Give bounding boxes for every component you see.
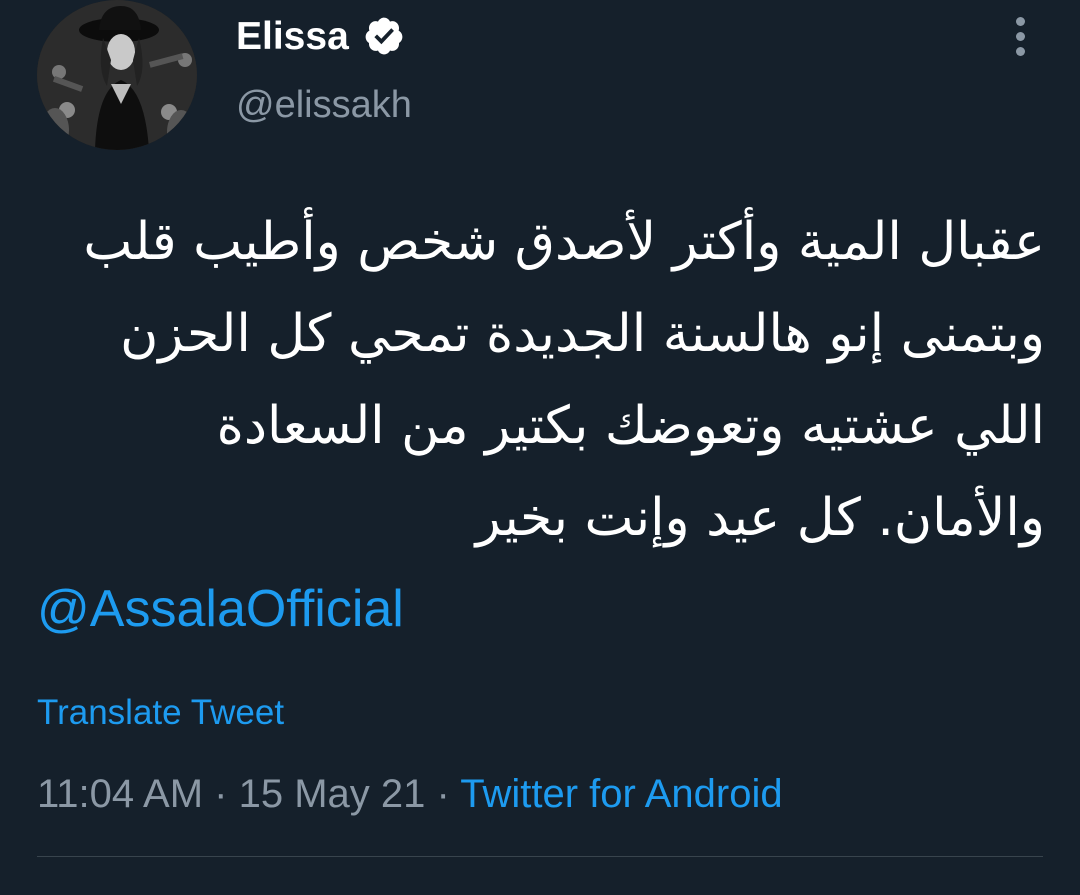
author-name-row[interactable]: Elissa [236,10,405,62]
tweet-source-link[interactable]: Twitter for Android [460,772,782,816]
avatar[interactable] [37,0,197,150]
tweet-time[interactable]: 11:04 AM [37,772,203,816]
tweet-date[interactable]: 15 May 21 [239,772,426,816]
tweet-metadata: 11:04 AM · 15 May 21 · Twitter for Andro… [37,770,783,818]
translate-tweet-link[interactable]: Translate Tweet [37,692,284,734]
meta-separator: · [214,772,228,816]
verified-badge-icon [363,15,405,57]
divider [37,856,1043,857]
more-options-dot [1015,46,1025,56]
meta-separator: · [436,772,450,816]
more-options-icon [1015,16,1025,26]
more-options-button[interactable] [1005,14,1035,58]
more-options-dot [1015,31,1025,41]
display-name[interactable]: Elissa [236,17,349,56]
tweet-text: عقبال المية وأكتر لأصدق شخص وأطيب قلب وب… [83,212,1045,548]
author-handle[interactable]: @elissakh [236,86,412,124]
mention-link[interactable]: @AssalaOfficial [37,578,404,640]
profile-photo-icon [37,0,197,150]
